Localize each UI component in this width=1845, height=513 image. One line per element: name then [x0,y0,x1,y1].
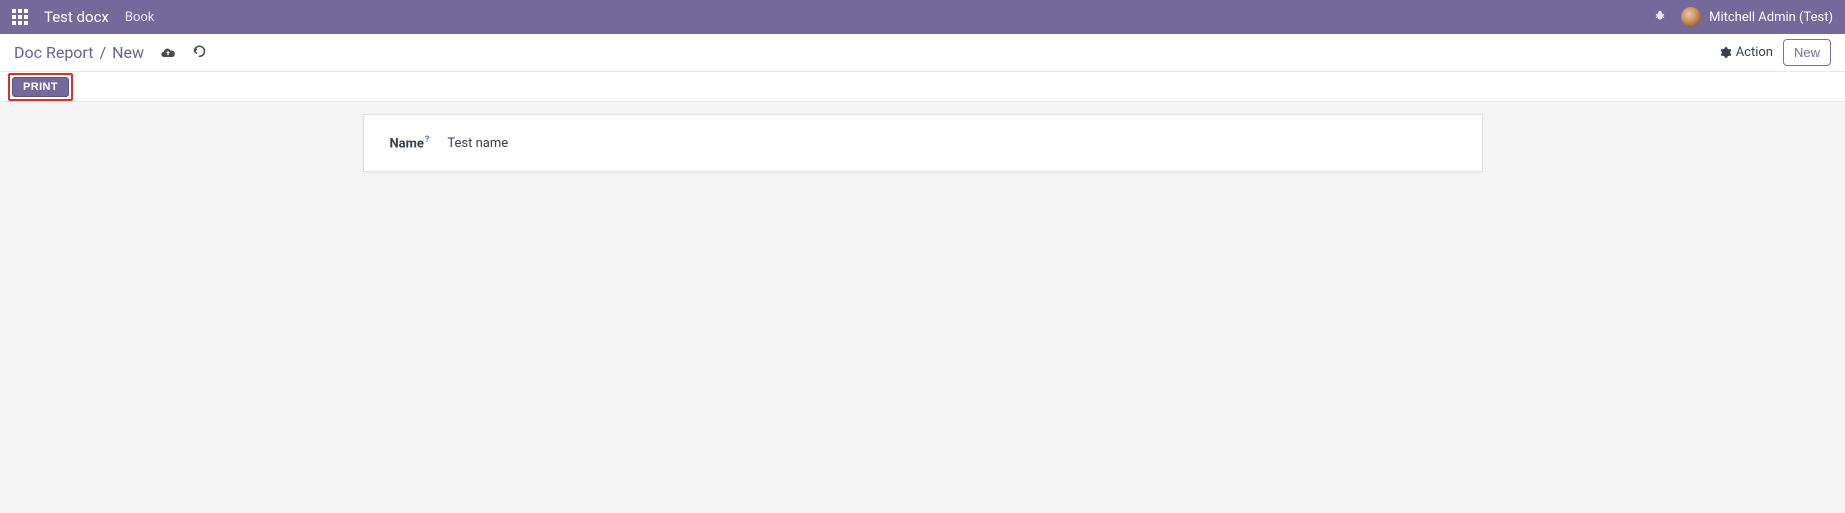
print-button[interactable]: PRINT [12,77,69,97]
name-label-text: Name [390,136,424,151]
control-panel-right: Action New [1719,39,1831,66]
main-area: Name? Test name [0,102,1845,513]
app-title[interactable]: Test docx [44,8,109,26]
breadcrumb-current: New [112,43,144,62]
menu-item-book[interactable]: Book [125,10,155,25]
form-sheet: Name? Test name [363,114,1483,172]
field-row-name: Name? Test name [390,135,1456,151]
help-marker-icon[interactable]: ? [425,135,429,145]
navbar: Test docx Book Mitchell Admin (Test) [0,0,1845,34]
undo-icon[interactable] [192,45,207,60]
name-field-value[interactable]: Test name [447,136,508,151]
avatar [1681,7,1701,27]
breadcrumb-root[interactable]: Doc Report [14,43,93,62]
status-bar: PRINT [0,72,1845,102]
cloud-save-icon[interactable] [160,45,176,61]
action-label: Action [1736,45,1773,60]
print-button-highlight: PRINT [8,73,73,101]
action-dropdown[interactable]: Action [1719,45,1773,60]
user-menu[interactable]: Mitchell Admin (Test) [1681,7,1833,27]
apps-icon[interactable] [12,9,28,25]
gear-icon [1719,46,1732,59]
control-panel: Doc Report / New Action New [0,34,1845,72]
navbar-left: Test docx Book [12,8,154,26]
breadcrumb-separator: / [99,43,106,62]
user-name-label: Mitchell Admin (Test) [1709,10,1833,25]
new-button[interactable]: New [1783,39,1831,66]
name-field-label: Name? [390,135,430,151]
breadcrumb: Doc Report / New [14,43,207,62]
bug-icon[interactable] [1653,8,1667,26]
navbar-right: Mitchell Admin (Test) [1653,7,1833,27]
